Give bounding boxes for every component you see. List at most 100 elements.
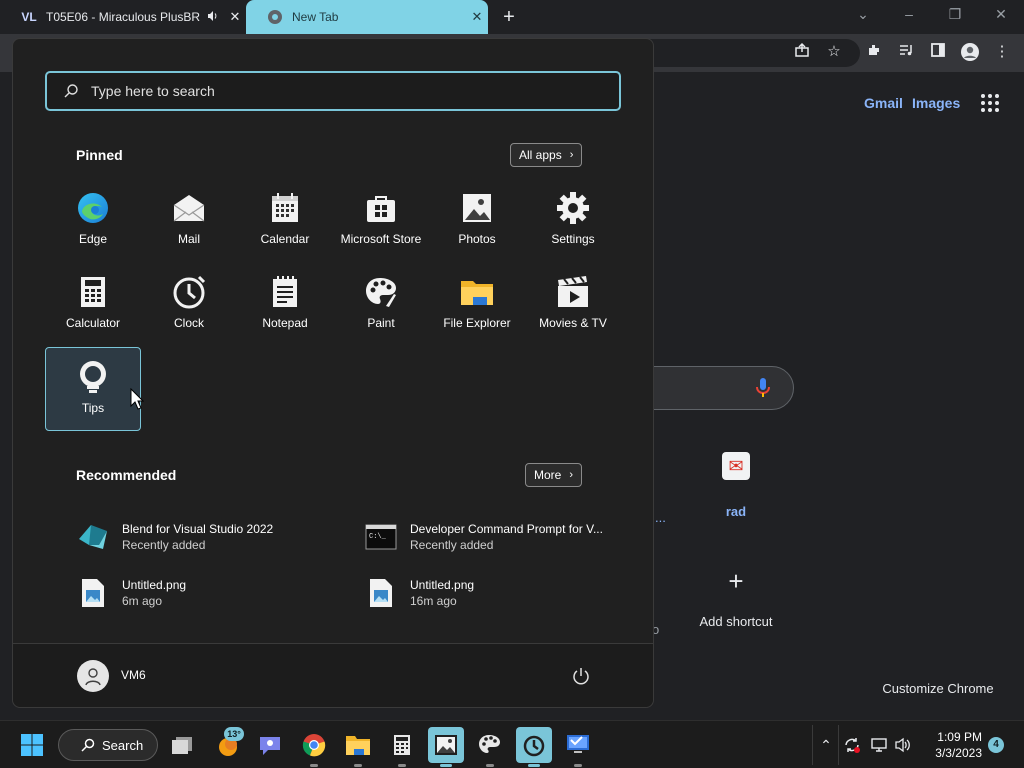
pinned-app-notepad[interactable]: Notepad [237, 263, 333, 347]
chrome-menu-icon[interactable]: ⋮ [992, 42, 1012, 62]
tab-miraculous[interactable]: VL T05E06 - Miraculous PlusBR ✕ [0, 0, 246, 34]
taskbar-paint[interactable] [472, 727, 508, 767]
start-menu: Pinned All apps › Edge Mail [12, 38, 654, 708]
pinned-app-calculator[interactable]: Calculator [45, 263, 141, 347]
shortcut-rad[interactable]: ✉ rad [706, 452, 766, 519]
movies-icon [556, 275, 590, 309]
desktop: VL T05E06 - Miraculous PlusBR ✕ New Tab … [0, 0, 1024, 768]
shortcut-label: rad [725, 504, 747, 519]
pinned-app-photos[interactable]: Photos [429, 179, 525, 263]
add-shortcut-label: Add shortcut [699, 614, 773, 629]
pinned-title: Pinned [76, 147, 123, 163]
start-button[interactable] [14, 727, 50, 763]
taskbar-chrome[interactable] [296, 727, 332, 767]
volume-icon[interactable] [892, 733, 914, 757]
speaker-icon[interactable] [202, 10, 224, 25]
recommended-item[interactable]: C:\_ Developer Command Prompt for V... R… [365, 509, 637, 565]
search-icon [81, 738, 95, 752]
running-indicator [310, 764, 318, 767]
google-apps-icon[interactable] [981, 94, 999, 112]
close-window-icon[interactable]: ✕ [978, 6, 1024, 28]
taskbar-file-explorer[interactable] [340, 727, 376, 767]
recommended-title: Recommended [76, 467, 177, 483]
bookmark-star-icon[interactable]: ☆ [824, 42, 844, 62]
start-search-box[interactable] [45, 71, 621, 111]
extensions-icon[interactable] [864, 42, 884, 62]
restore-icon[interactable]: ❐ [932, 6, 978, 28]
gmail-link[interactable]: Gmail [864, 95, 903, 111]
recommended-name: Developer Command Prompt for V... [410, 522, 603, 536]
recommended-sub: Recently added [410, 538, 494, 552]
pinned-app-paint[interactable]: Paint [333, 263, 429, 347]
recommended-item[interactable]: Untitled.png 16m ago [365, 565, 637, 621]
pinned-app-file-explorer[interactable]: File Explorer [429, 263, 525, 347]
recommended-name: Untitled.png [410, 578, 475, 592]
folder-icon [346, 736, 370, 755]
remote-desktop-icon [567, 735, 589, 753]
power-icon[interactable] [571, 666, 591, 686]
user-name[interactable]: VM6 [121, 668, 146, 682]
taskbar-photos[interactable] [428, 727, 464, 767]
pinned-app-edge[interactable]: Edge [45, 179, 141, 263]
pinned-app-calendar[interactable]: Calendar [237, 179, 333, 263]
network-icon[interactable] [868, 733, 890, 757]
recommended-list: Blend for Visual Studio 2022 Recently ad… [77, 509, 637, 621]
minimize-icon[interactable]: – [886, 6, 932, 28]
tab-new-tab[interactable]: New Tab ✕ [246, 0, 488, 34]
sync-alert-icon[interactable] [842, 733, 862, 757]
tab-search-chevron-icon[interactable]: ⌄ [840, 6, 886, 28]
notepad-icon [268, 275, 302, 309]
task-view-button[interactable] [164, 727, 200, 763]
more-label: More [534, 468, 562, 482]
app-name: Movies & TV [539, 316, 607, 330]
app-name: Calculator [65, 316, 121, 330]
user-avatar-icon[interactable] [77, 660, 109, 692]
images-link[interactable]: Images [912, 95, 960, 111]
taskbar-remote-desktop[interactable] [560, 727, 596, 767]
palette-icon [479, 735, 500, 753]
pinned-app-microsoft-store[interactable]: Microsoft Store [333, 179, 429, 263]
pinned-app-tips[interactable]: Tips [45, 347, 141, 431]
add-shortcut-button[interactable]: + Add shortcut [680, 568, 792, 629]
pinned-app-movies-tv[interactable]: Movies & TV [525, 263, 621, 347]
taskbar-clock-readout[interactable]: 1:09 PM 3/3/2023 [918, 729, 982, 761]
media-control-icon[interactable] [896, 42, 916, 62]
gear-icon [556, 191, 590, 225]
all-apps-button[interactable]: All apps › [510, 143, 583, 167]
app-name: Photos [458, 232, 496, 246]
close-tab-icon[interactable]: ✕ [224, 9, 246, 25]
clock-time: 1:09 PM [937, 730, 982, 744]
taskbar-clock[interactable] [516, 727, 552, 767]
new-tab-button[interactable]: + [498, 6, 520, 28]
app-name: Paint [367, 316, 395, 330]
taskbar-divider [812, 725, 813, 765]
tab-title: T05E06 - Miraculous PlusBR [46, 10, 201, 24]
chrome-icon [302, 734, 326, 757]
side-panel-icon[interactable] [928, 42, 948, 62]
microphone-icon[interactable] [754, 377, 772, 399]
show-hidden-icons-chevron-icon[interactable]: ⌃ [816, 733, 836, 757]
clock-date: 3/3/2023 [935, 746, 982, 760]
pinned-app-mail[interactable]: Mail [141, 179, 237, 263]
search-input[interactable] [91, 83, 571, 99]
pinned-app-clock[interactable]: Clock [141, 263, 237, 347]
taskbar-calculator[interactable] [384, 727, 420, 767]
taskbar-search-label: Search [102, 737, 144, 753]
profile-avatar-icon[interactable] [960, 42, 980, 62]
close-tab-icon[interactable]: ✕ [466, 9, 488, 25]
share-icon[interactable] [792, 42, 812, 62]
recommended-item[interactable]: Untitled.png 6m ago [77, 565, 365, 621]
taskbar-search-button[interactable]: Search [58, 729, 158, 761]
running-indicator [398, 764, 406, 767]
notification-count-badge[interactable]: 4 [988, 737, 1004, 753]
chrome-tab-strip: VL T05E06 - Miraculous PlusBR ✕ New Tab … [0, 0, 1024, 34]
clock-icon [523, 735, 545, 757]
app-name: Tips [81, 401, 105, 415]
photos-icon [460, 191, 494, 225]
customize-chrome-button[interactable]: Customize Chrome [868, 674, 1008, 704]
pinned-app-settings[interactable]: Settings [525, 179, 621, 263]
recommended-item[interactable]: Blend for Visual Studio 2022 Recently ad… [77, 509, 365, 565]
more-button[interactable]: More › [525, 463, 583, 487]
chat-button[interactable] [252, 727, 288, 763]
chrome-icon [266, 8, 284, 26]
